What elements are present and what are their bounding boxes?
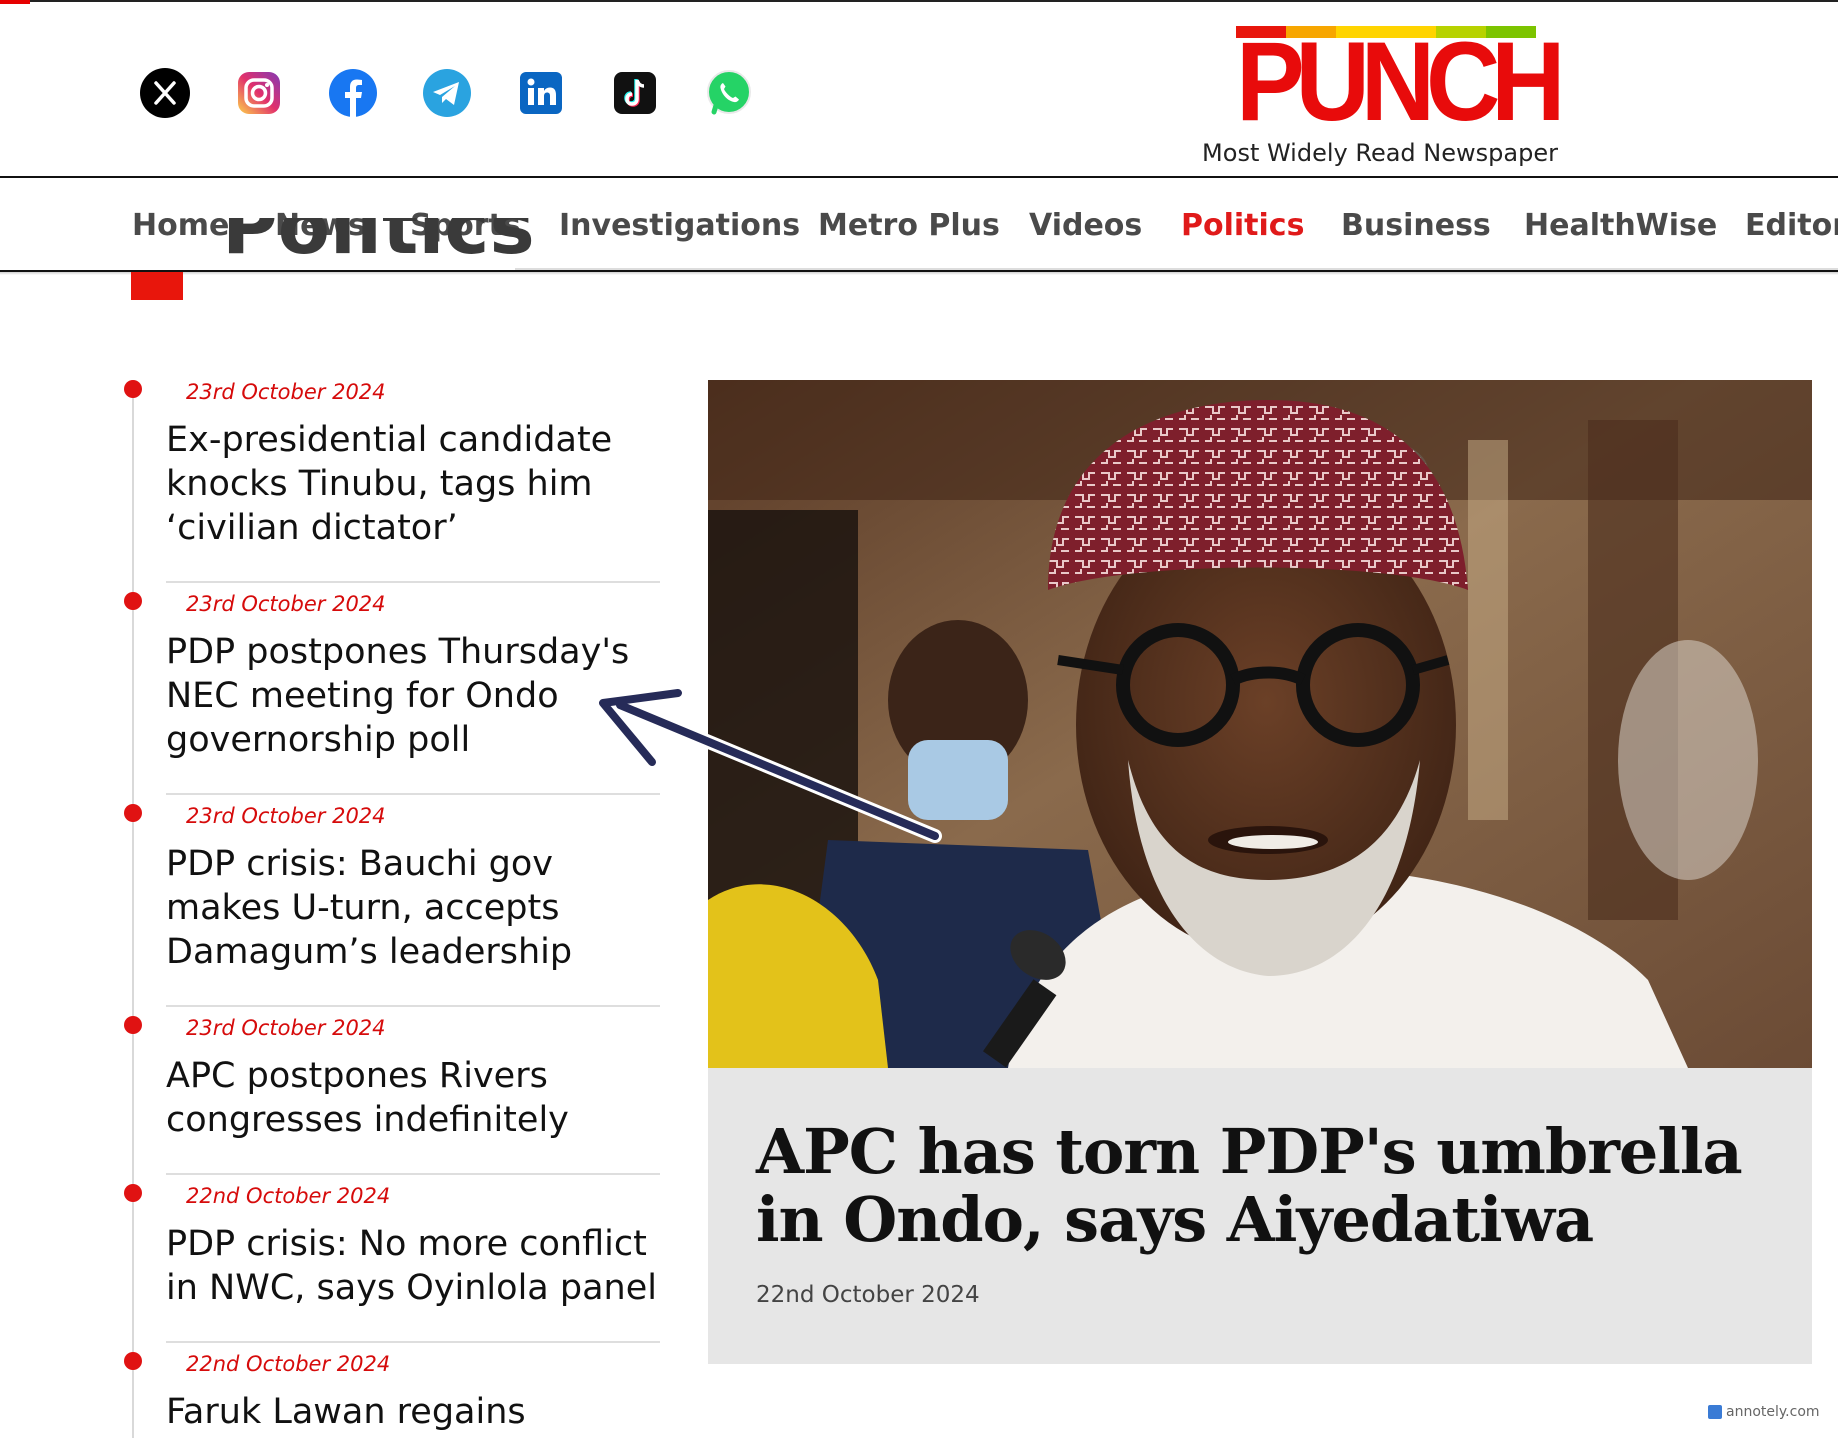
timeline-line	[132, 386, 134, 1438]
section-underline	[515, 268, 1838, 270]
watermark-text: annotely.com	[1726, 1404, 1820, 1420]
top-accent	[0, 0, 30, 4]
feature-caption[interactable]: APC has torn PDP's umbrella in Ondo, say…	[708, 1068, 1812, 1364]
timeline-dot	[124, 592, 142, 610]
news-headline[interactable]: PDP crisis: Bauchi gov makes U-turn, acc…	[166, 842, 666, 974]
feature-image[interactable]	[708, 380, 1812, 1068]
timeline-dot	[124, 804, 142, 822]
news-date: 23rd October 2024	[186, 592, 386, 616]
news-headline[interactable]: Faruk Lawan regains	[166, 1390, 666, 1434]
feature-photo	[708, 380, 1812, 1068]
news-date: 23rd October 2024	[186, 1016, 386, 1040]
news-headline[interactable]: PDP crisis: No more conflict in NWC, say…	[166, 1222, 666, 1310]
x-icon[interactable]	[140, 68, 190, 118]
news-separator	[166, 581, 660, 583]
tagline: Most Widely Read Newspaper	[1202, 139, 1558, 167]
news-headline[interactable]: Ex-presidential candidate knocks Tinubu,…	[166, 418, 666, 550]
news-separator	[166, 793, 660, 795]
news-date: 23rd October 2024	[186, 804, 386, 828]
timeline-dot	[124, 1184, 142, 1202]
nav-home[interactable]: Home	[132, 208, 229, 243]
timeline-dot	[124, 1352, 142, 1370]
timeline-dot	[124, 380, 142, 398]
news-separator	[166, 1173, 660, 1175]
logo-wordmark: PUNCH	[1236, 19, 1566, 144]
news-headline[interactable]: APC postpones Rivers congresses indefini…	[166, 1054, 666, 1142]
timeline-dot	[124, 1016, 142, 1034]
nav-videos[interactable]: Videos	[1029, 208, 1142, 243]
nav-editorial[interactable]: Editori	[1745, 208, 1838, 243]
nav-shadow	[0, 272, 1838, 275]
whatsapp-icon[interactable]	[704, 68, 754, 118]
news-date: 22nd October 2024	[186, 1184, 391, 1208]
news-date: 23rd October 2024	[186, 380, 386, 404]
punch-logo[interactable]: PUNCH	[1236, 26, 1566, 138]
watermark: annotely.com	[1708, 1404, 1820, 1420]
nav-healthwise[interactable]: HealthWise	[1524, 208, 1717, 243]
nav-investigations[interactable]: Investigations	[559, 208, 800, 243]
news-separator	[166, 1005, 660, 1007]
nav-politics[interactable]: Politics	[1181, 208, 1304, 243]
telegram-icon[interactable]	[422, 68, 472, 118]
linkedin-icon[interactable]	[516, 68, 566, 118]
tiktok-icon[interactable]	[610, 68, 660, 118]
news-headline[interactable]: PDP postpones Thursday's NEC meeting for…	[166, 630, 666, 762]
feature-headline[interactable]: APC has torn PDP's umbrella in Ondo, say…	[756, 1118, 1756, 1254]
facebook-icon[interactable]	[328, 68, 378, 118]
news-separator	[166, 1341, 660, 1343]
annotely-icon	[1708, 1405, 1722, 1419]
section-title: Politics	[222, 218, 535, 271]
nav-metro-plus[interactable]: Metro Plus	[818, 208, 1000, 243]
feature-date: 22nd October 2024	[756, 1282, 980, 1308]
top-border	[0, 0, 1838, 2]
news-date: 22nd October 2024	[186, 1352, 391, 1376]
section-marker	[131, 272, 183, 300]
nav-business[interactable]: Business	[1341, 208, 1491, 243]
instagram-icon[interactable]	[234, 68, 284, 118]
